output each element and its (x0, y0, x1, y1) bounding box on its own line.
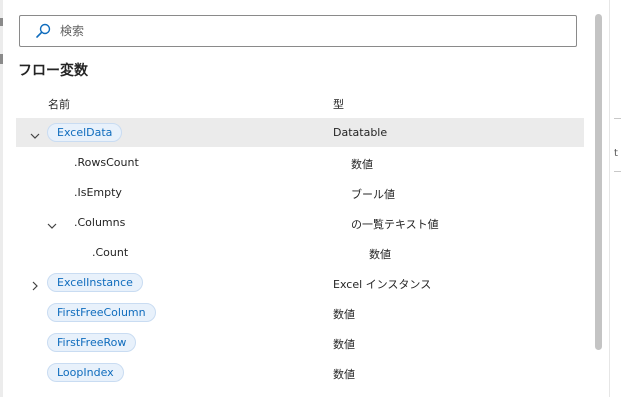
search-input[interactable] (60, 24, 540, 38)
divider (614, 171, 621, 172)
divider (614, 118, 621, 119)
variable-row-excelinstance[interactable]: ExcelInstance Excel インスタンス (16, 268, 584, 297)
property-name: .RowsCount (74, 156, 139, 169)
variable-type: 数値 (333, 368, 355, 381)
variable-type: 数値 (333, 338, 355, 351)
column-header-name[interactable]: 名前 (48, 96, 70, 112)
variable-type: 数値 (351, 158, 373, 171)
variable-type: ブール値 (351, 188, 395, 201)
background-window-edge: t (609, 0, 621, 397)
variable-row-isempty[interactable]: .IsEmpty ブール値 (16, 178, 584, 207)
variable-pill[interactable]: ExcelData (47, 123, 123, 142)
chevron-right-icon[interactable] (29, 277, 41, 291)
variable-type: の一覧テキスト値 (351, 218, 439, 231)
variable-pill[interactable]: LoopIndex (47, 363, 124, 382)
column-header-type[interactable]: 型 (333, 96, 344, 112)
variable-type: 数値 (369, 248, 391, 261)
variable-type: Datatable (333, 126, 388, 139)
variable-row-firstfreerow[interactable]: FirstFreeRow 数値 (16, 328, 584, 357)
section-title: フロー変数 (18, 63, 88, 79)
vertical-scrollbar[interactable] (593, 14, 605, 397)
property-name: .Count (92, 246, 129, 259)
variable-row-exceldata[interactable]: ExcelData Datatable (16, 118, 584, 147)
variable-row-rowscount[interactable]: .RowsCount 数値 (16, 148, 584, 177)
chevron-down-icon[interactable] (46, 217, 58, 229)
left-window-edge (0, 0, 3, 397)
variable-pill[interactable]: ExcelInstance (47, 273, 143, 292)
variable-row-columns[interactable]: .Columns の一覧テキスト値 (16, 208, 584, 237)
chevron-down-icon[interactable] (29, 127, 41, 139)
variable-type: 数値 (333, 308, 355, 321)
property-name: .Columns (74, 216, 126, 229)
left-edge-fragment (0, 54, 3, 64)
variable-row-loopindex[interactable]: LoopIndex 数値 (16, 358, 584, 387)
variable-pill[interactable]: FirstFreeRow (47, 333, 137, 352)
search-icon (34, 22, 52, 40)
background-text: t (614, 148, 618, 159)
search-box[interactable] (19, 15, 577, 47)
variable-row-firstfreecolumn[interactable]: FirstFreeColumn 数値 (16, 298, 584, 327)
left-edge-fragment (0, 18, 3, 26)
variable-type: Excel インスタンス (333, 278, 432, 291)
variable-row-count[interactable]: .Count 数値 (16, 238, 584, 267)
scrollbar-thumb[interactable] (595, 14, 602, 350)
variable-pill[interactable]: FirstFreeColumn (47, 303, 156, 322)
property-name: .IsEmpty (74, 186, 122, 199)
